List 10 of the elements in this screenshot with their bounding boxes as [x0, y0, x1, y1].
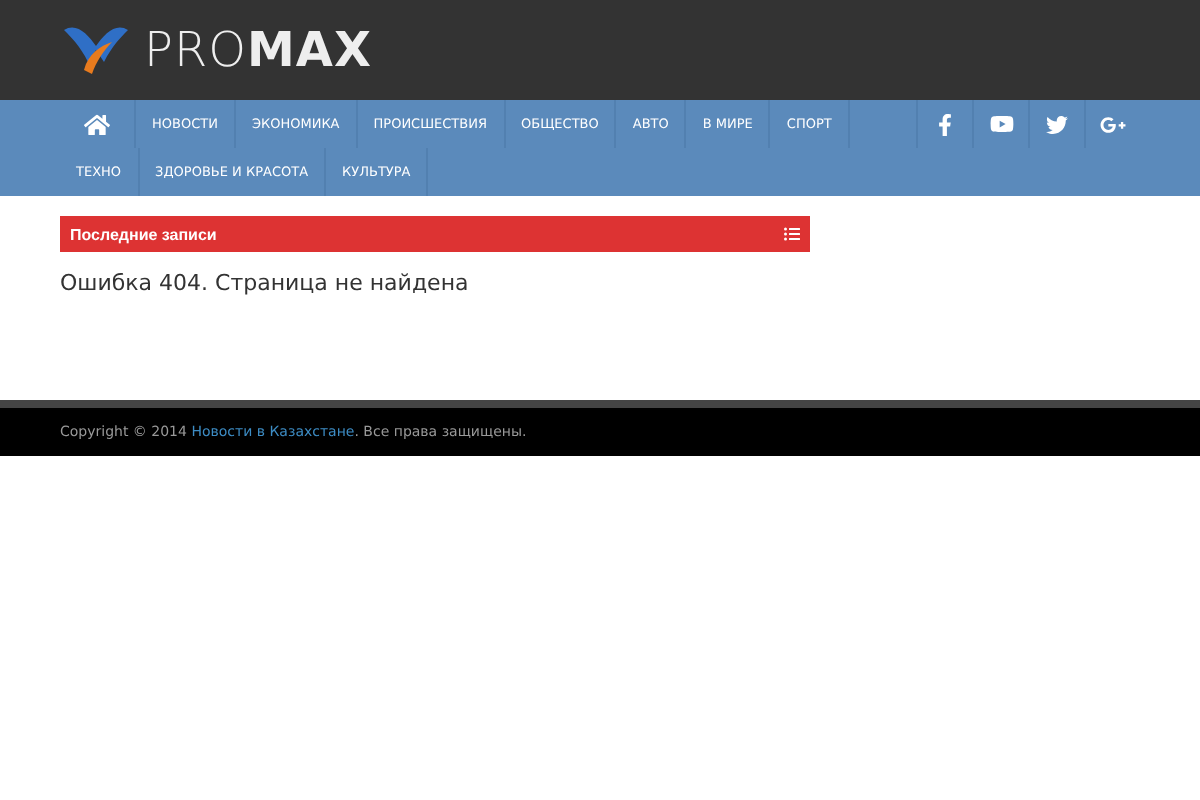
section-title: Последние записи	[70, 225, 217, 243]
facebook-icon	[934, 113, 956, 135]
twitter-icon	[1046, 113, 1068, 135]
logo-icon	[60, 22, 132, 78]
error-message: Ошибка 404. Страница не найдена	[60, 270, 471, 296]
youtube-icon	[989, 112, 1013, 136]
google-plus-icon	[1100, 111, 1126, 137]
list-icon	[784, 226, 800, 242]
logo-text: PROMAX	[144, 22, 373, 78]
home-icon	[84, 111, 110, 137]
